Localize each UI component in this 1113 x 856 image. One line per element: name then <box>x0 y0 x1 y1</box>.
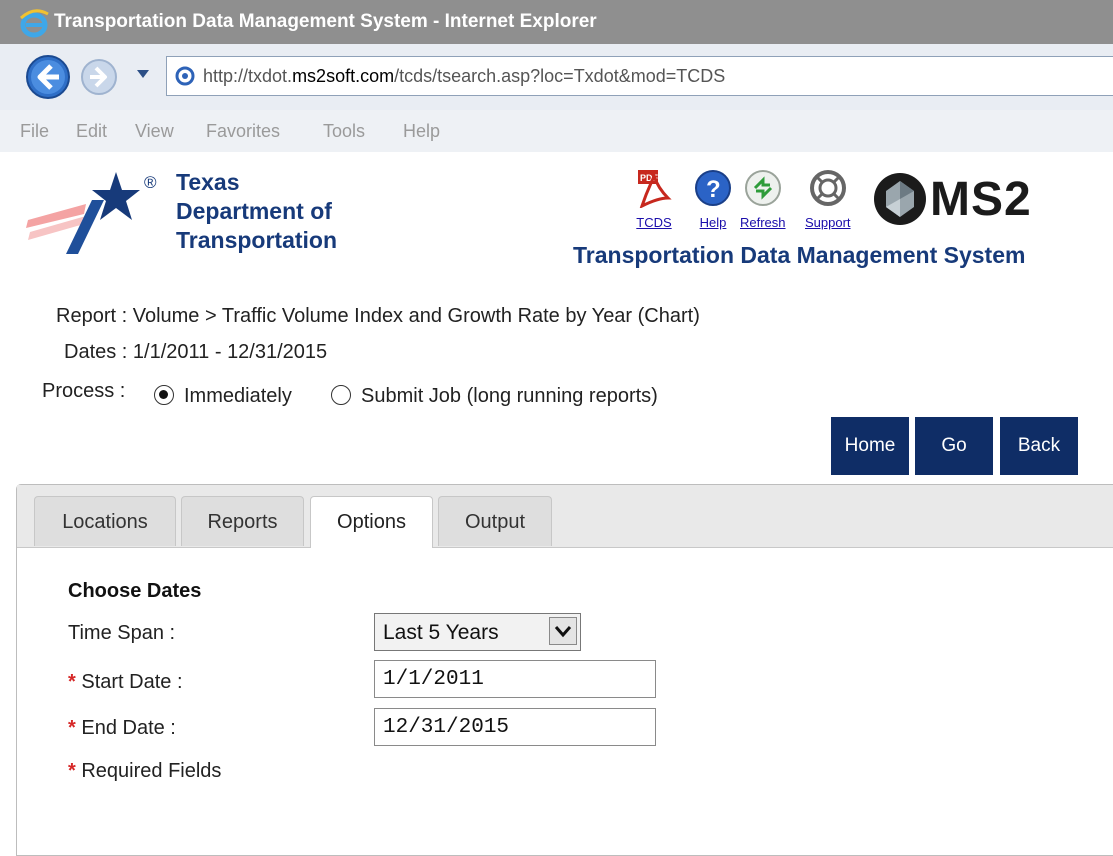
tcds-link[interactable]: PDF TCDS <box>634 168 674 230</box>
time-span-select[interactable]: Last 5 Years <box>374 613 581 651</box>
menu-favorites[interactable]: Favorites <box>206 121 280 142</box>
required-fields-note: * Required Fields <box>68 760 221 783</box>
address-bar[interactable]: http://txdot.ms2soft.com/tcds/tsearch.as… <box>166 56 1113 96</box>
back-button[interactable]: Back <box>1000 417 1078 475</box>
chevron-down-icon[interactable] <box>549 617 577 645</box>
window-title: Transportation Data Management System - … <box>54 11 597 32</box>
menu-view[interactable]: View <box>135 121 174 142</box>
refresh-link[interactable]: Refresh <box>740 168 786 230</box>
report-line: Report : Volume > Traffic Volume Index a… <box>56 305 700 328</box>
refresh-link-label[interactable]: Refresh <box>740 215 786 230</box>
dates-value: 1/1/2011 - 12/31/2015 <box>132 341 328 363</box>
menu-bar: File Edit View Favorites Tools Help <box>0 110 1113 153</box>
history-dropdown-icon[interactable] <box>136 69 150 79</box>
process-immediately-radio[interactable] <box>154 385 174 405</box>
internet-explorer-icon <box>19 9 49 38</box>
end-date-label-text: End Date : <box>81 717 176 739</box>
system-title: Transportation Data Management System <box>573 242 1026 268</box>
support-icon <box>809 170 846 206</box>
report-label: Report : <box>56 305 128 327</box>
choose-dates-heading: Choose Dates <box>68 580 202 602</box>
start-date-input[interactable] <box>374 660 656 698</box>
help-link[interactable]: ? Help <box>693 168 733 230</box>
process-immediately-label[interactable]: Immediately <box>184 385 292 408</box>
url-path: /tcds/tsearch.asp?loc=Txdot&mod=TCDS <box>394 66 726 86</box>
time-span-label: Time Span : <box>68 622 176 644</box>
report-value: Volume > Traffic Volume Index and Growth… <box>132 305 700 327</box>
time-span-value: Last 5 Years <box>383 621 499 644</box>
forward-arrow-icon[interactable] <box>80 58 118 96</box>
required-fields-text: Required Fields <box>81 760 222 782</box>
svg-text:?: ? <box>706 176 721 203</box>
help-icon: ? <box>695 170 731 206</box>
end-date-label: * End Date : <box>68 717 176 740</box>
org-name: Texas Department of Transportation <box>176 168 337 255</box>
back-arrow-icon[interactable] <box>25 54 71 100</box>
required-asterisk: * <box>68 717 76 739</box>
pdf-icon: PDF <box>638 170 672 209</box>
required-asterisk: * <box>68 760 76 782</box>
help-link-label[interactable]: Help <box>693 215 733 230</box>
start-date-label: * Start Date : <box>68 671 183 694</box>
required-asterisk: * <box>68 671 76 693</box>
page-icon <box>175 66 195 86</box>
home-button[interactable]: Home <box>831 417 909 475</box>
dates-label: Dates : <box>64 341 128 363</box>
registered-mark: ® <box>144 173 157 192</box>
tcds-link-label[interactable]: TCDS <box>634 215 674 230</box>
tab-options[interactable]: Options <box>310 496 433 548</box>
url-text[interactable]: http://txdot.ms2soft.com/tcds/tsearch.as… <box>203 66 725 87</box>
chevron-down-icon-glyph <box>554 626 572 638</box>
tab-reports[interactable]: Reports <box>181 496 304 546</box>
url-prefix: http://txdot. <box>203 66 293 86</box>
txdot-logo <box>26 172 140 254</box>
tab-locations[interactable]: Locations <box>34 496 176 546</box>
process-submit-job-label[interactable]: Submit Job (long running reports) <box>361 385 658 408</box>
start-date-label-text: Start Date : <box>81 671 183 693</box>
support-link[interactable]: Support <box>805 168 851 230</box>
end-date-input[interactable] <box>374 708 656 746</box>
url-domain: ms2soft.com <box>292 66 395 86</box>
tab-output[interactable]: Output <box>438 496 552 546</box>
process-label: Process : <box>42 380 126 402</box>
ms2-logo-icon <box>874 173 926 225</box>
process-submit-job-radio[interactable] <box>331 385 351 405</box>
window-title-bar: Transportation Data Management System - … <box>0 0 1113 44</box>
support-link-label[interactable]: Support <box>805 215 851 230</box>
ms2-logo-text: MS2 <box>930 173 1032 226</box>
org-name-line-1: Texas <box>176 169 240 195</box>
menu-file[interactable]: File <box>20 121 49 142</box>
menu-edit[interactable]: Edit <box>76 121 107 142</box>
dates-line: Dates : 1/1/2011 - 12/31/2015 <box>64 341 327 364</box>
menu-help[interactable]: Help <box>403 121 440 142</box>
menu-tools[interactable]: Tools <box>323 121 365 142</box>
go-button[interactable]: Go <box>915 417 993 475</box>
org-name-line-3: Transportation <box>176 227 338 253</box>
refresh-icon <box>744 170 781 206</box>
org-name-line-2: Department of <box>176 198 332 224</box>
